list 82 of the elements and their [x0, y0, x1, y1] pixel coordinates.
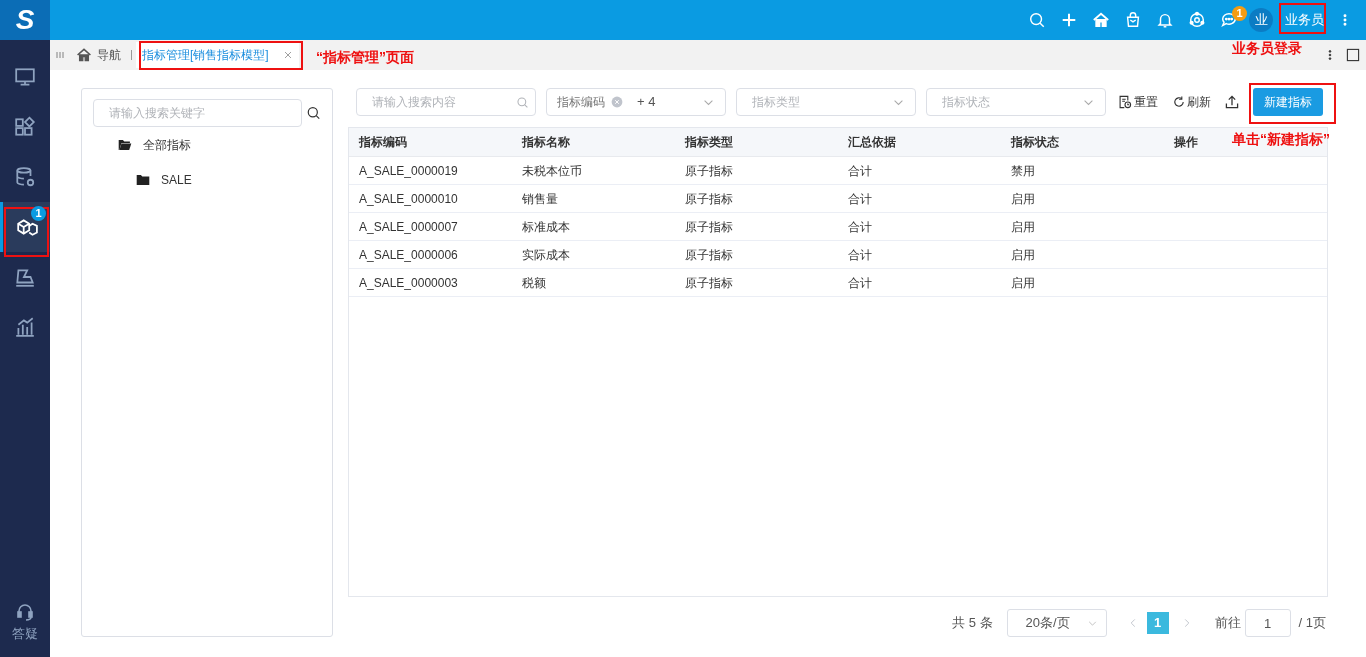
- tag: 指标编码: [557, 93, 605, 111]
- tab[interactable]: 指标管理[销售指标模型]: [136, 42, 299, 68]
- table-cell-text: 启用: [1010, 246, 1036, 264]
- table-cell-text: 实际成本: [521, 246, 571, 264]
- select-field[interactable]: 指标编码 + 4: [546, 88, 726, 116]
- table-cell-text: 合计: [847, 218, 873, 236]
- table-cell-text: 原子指标: [684, 246, 734, 264]
- tag-count: + 4: [637, 93, 656, 112]
- table-cell-text: A_SALE_0000007: [358, 218, 459, 236]
- refresh-icon: [1172, 95, 1186, 109]
- column-header: 操作: [1174, 135, 1198, 149]
- tab[interactable]: 导航: [70, 42, 127, 68]
- table-cell-text: 原子指标: [684, 218, 734, 236]
- table-cell-text: 启用: [1010, 274, 1036, 292]
- plus-icon[interactable]: [1060, 11, 1078, 29]
- chat-icon[interactable]: [1220, 11, 1238, 29]
- annotation-text: 业务员登录: [1232, 39, 1302, 58]
- cubes-icon: [15, 216, 38, 238]
- table-cell-text: 原子指标: [684, 162, 734, 180]
- column-header: 汇总依据: [848, 135, 896, 149]
- annotation-text: 单击“新建指标”: [1232, 130, 1330, 149]
- column-header: 指标状态: [1011, 135, 1059, 149]
- table-cell-text: 启用: [1010, 190, 1036, 208]
- page-size-select[interactable]: 20条/页: [1006, 609, 1107, 637]
- table-cell-text: A_SALE_0000010: [358, 190, 459, 208]
- apps-icon: [14, 116, 36, 138]
- bell-icon[interactable]: [1156, 11, 1174, 29]
- goto-label: 前往: [1214, 614, 1241, 633]
- table-cell-text: 销售量: [521, 190, 559, 208]
- upload-icon[interactable]: [1224, 94, 1240, 110]
- tree-node[interactable]: 全部指标: [93, 127, 321, 162]
- monitor-icon: [14, 66, 36, 88]
- database-gear-icon: [14, 166, 36, 188]
- reset-button[interactable]: 重置: [1118, 93, 1158, 111]
- table-cell-text: 禁用: [1010, 162, 1036, 180]
- tree-node[interactable]: SALE: [93, 162, 321, 197]
- maximize-icon[interactable]: [1346, 48, 1360, 62]
- refresh-button[interactable]: 刷新: [1172, 93, 1211, 111]
- home-icon[interactable]: [1092, 11, 1110, 29]
- highlight-frame: [1279, 3, 1326, 34]
- table-cell-text: 合计: [847, 190, 873, 208]
- sidebar-item[interactable]: 1: [0, 202, 50, 252]
- table-cell-text: 未税本位币: [521, 162, 583, 180]
- notification-badge: 1: [1232, 6, 1247, 21]
- table-cell-text: 合计: [847, 274, 873, 292]
- table-cell-text: 合计: [847, 246, 873, 264]
- headset-icon[interactable]: [15, 601, 35, 622]
- column-header: 指标类型: [685, 135, 733, 149]
- grip-icon[interactable]: [55, 50, 65, 60]
- folder-icon: [135, 172, 151, 187]
- hub-icon[interactable]: [1188, 11, 1206, 29]
- logo: S: [0, 0, 50, 40]
- user-name[interactable]: 业务员: [1285, 10, 1324, 30]
- highlight-frame: [4, 207, 49, 257]
- table-cell-text: 合计: [847, 162, 873, 180]
- page-count: / 1页: [1298, 614, 1326, 633]
- annotation-text: “指标管理”页面: [316, 48, 414, 67]
- badge: 1: [31, 206, 46, 221]
- total-count: 共 5 条: [952, 614, 993, 633]
- table-cell-text: 原子指标: [684, 190, 734, 208]
- document-clock-icon: [1118, 95, 1132, 109]
- page-input[interactable]: 1: [1244, 609, 1291, 637]
- table-cell-text: 原子指标: [684, 274, 734, 292]
- table-cell-text: 税额: [521, 274, 547, 292]
- bag-icon[interactable]: [1124, 11, 1142, 29]
- table-cell-text: 标准成本: [521, 218, 571, 236]
- avatar[interactable]: 业: [1249, 8, 1273, 32]
- home-icon: [76, 47, 92, 63]
- close-icon[interactable]: [282, 50, 293, 60]
- table-cell-text: 启用: [1010, 218, 1036, 236]
- help-label[interactable]: 答疑: [12, 623, 38, 643]
- new-indicator-button[interactable]: 新建指标: [1253, 88, 1323, 116]
- search-icon[interactable]: [305, 105, 321, 121]
- table-cell-text: A_SALE_0000019: [358, 162, 459, 180]
- table-cell-text: A_SALE_0000003: [358, 274, 459, 292]
- column-header: 指标编码: [359, 135, 407, 149]
- bar-chart-icon: [14, 316, 36, 338]
- search-field[interactable]: 请输入搜索关键字: [93, 99, 302, 127]
- clear-icon[interactable]: [611, 96, 623, 108]
- table-cell-text: A_SALE_0000006: [358, 246, 459, 264]
- column-header: 指标名称: [522, 135, 570, 149]
- search-icon: [516, 95, 529, 109]
